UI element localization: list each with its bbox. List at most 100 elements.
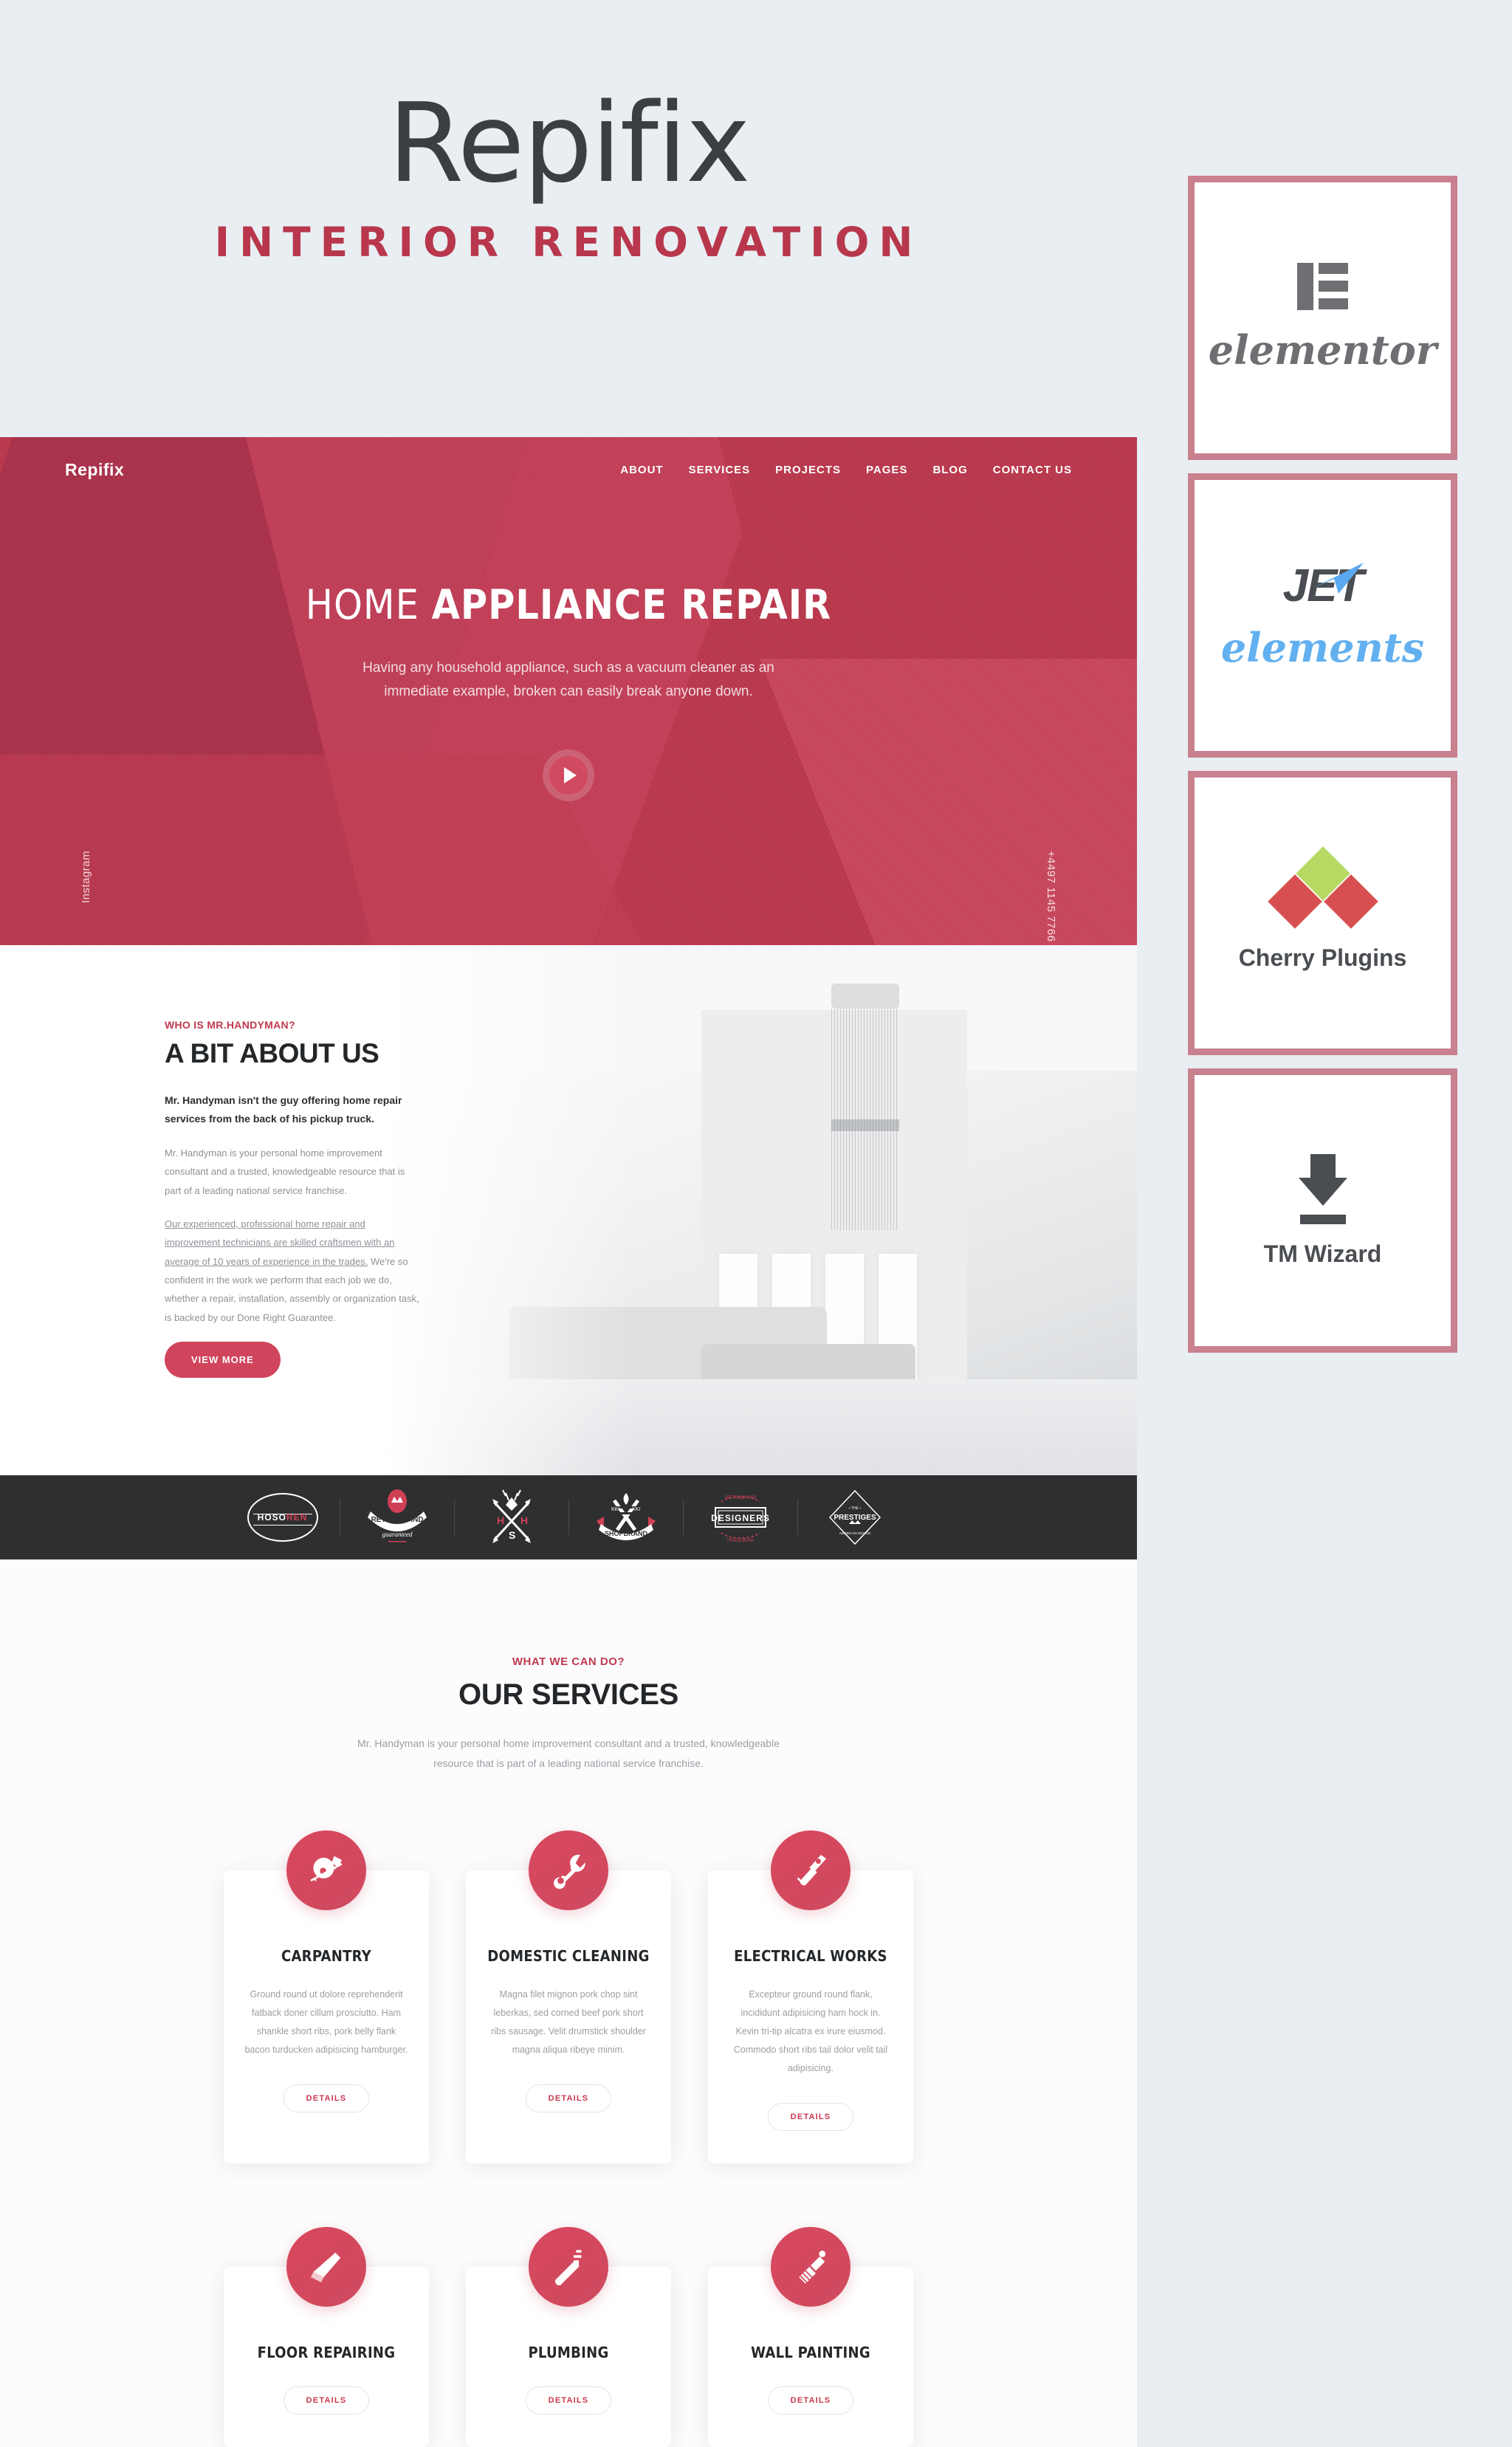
about-kicker: WHO IS MR.HANDYMAN? [165,1019,295,1031]
svg-text:H: H [520,1514,528,1526]
service-card-carpantry[interactable]: CARPANTRY Ground round ut dolore reprehe… [224,1830,429,2164]
partner-logos-strip: HOSOREN RETROBRAND guaranteed H H S KKI … [0,1475,1137,1559]
cherry-diamonds-icon [1267,846,1378,929]
interior-photo [384,945,1137,1475]
badge-cherry-plugins[interactable]: Cherry Plugins [1188,771,1457,1055]
service-title: PLUMBING [528,2344,609,2362]
badge-label-elements: elements [1220,624,1425,671]
social-links-vertical: Instagram Google Twitter Facebook [80,851,92,945]
badge-jet-elements[interactable]: JET elements [1188,473,1457,758]
hero-content: HOME APPLIANCE REPAIR Having any househo… [0,437,1137,945]
shopbrand-ribbon-icon: KKI KKI SHOPBRAND [596,1493,656,1540]
svg-text:• THE •: • THE • [848,1506,860,1511]
paint-brush-icon [771,2227,850,2307]
about-paragraph-2-underlined: Our experienced, professional home repai… [165,1218,395,1267]
badge-tm-wizard[interactable]: TM Wizard [1188,1068,1457,1353]
nav-item-contact-us[interactable]: CONTACT US [993,464,1072,476]
nav-item-about[interactable]: ABOUT [620,464,663,476]
website-preview: Repifix ABOUT SERVICES PROJECTS PAGES BL… [0,437,1137,2447]
svg-text:guaranteed: guaranteed [382,1531,412,1538]
service-text: Excepteur ground round flank, incididunt… [733,1989,888,2074]
badge-label-elementor: elementor [1208,326,1437,374]
badge-label-tm-wizard: TM Wizard [1263,1240,1382,1267]
designers-stamp-icon: RETROBRAND TRADEMARK DESIGNERS [711,1496,770,1543]
services-header: WHAT WE CAN DO? OUR SERVICES Mr. Handyma… [0,1655,1137,1773]
services-heading: OUR SERVICES [458,1678,678,1711]
service-text: Ground round ut dolore reprehenderit fat… [244,1989,408,2056]
svg-text:PRESTIGES: PRESTIGES [834,1514,876,1522]
hero-title-light: HOME [305,580,419,628]
jet-logo-icon: JET elements [1221,560,1424,671]
play-button[interactable] [543,749,594,802]
retrobrand-crown-icon: RETROBRAND guaranteed [367,1489,427,1542]
nav-item-projects[interactable]: PROJECTS [775,464,841,476]
play-icon [564,767,577,784]
service-card-plumbing[interactable]: PLUMBING DETAILS [466,2227,671,2447]
service-title: CARPANTRY [281,1947,372,1966]
details-button[interactable]: DETAILS [767,2386,854,2415]
main-navigation: Repifix ABOUT SERVICES PROJECTS PAGES BL… [0,437,1137,502]
about-paragraph-2: Our experienced, professional home repai… [165,1215,423,1327]
partner-logo-prestiges: • THE • PRESTIGES AMERICAN DESIGN [814,1489,896,1546]
service-text: Magna filet mignon pork chop sint leberk… [491,1989,646,2056]
badge-elementor[interactable]: elementor [1188,176,1457,460]
prestiges-diamond-icon: • THE • PRESTIGES AMERICAN DESIGN [828,1489,881,1545]
services-section: WHAT WE CAN DO? OUR SERVICES Mr. Handyma… [0,1559,1137,2447]
service-title: DOMESTIC CLEANING [487,1947,650,1966]
chandelier [831,984,899,1230]
page-title: Repifix [388,80,750,207]
plugin-badge-column: elementor JET elements Cherry Plugins TM… [1188,176,1457,1366]
download-arrow-icon [1298,1153,1347,1224]
nav-menu: ABOUT SERVICES PROJECTS PAGES BLOG CONTA… [620,464,1072,476]
details-button[interactable]: DETAILS [283,2386,370,2415]
contact-phone[interactable]: +4497 1145 7766 [1045,851,1057,942]
page-subtitle: INTERIOR RENOVATION [214,219,923,266]
partner-logo-hhs: H H S [471,1489,552,1546]
view-more-button[interactable]: VIEW MORE [165,1342,281,1379]
details-button[interactable]: DETAILS [767,2103,854,2132]
service-card-floor-repairing[interactable]: FLOOR REPAIRING DETAILS [224,2227,429,2447]
services-card-row-1: CARPANTRY Ground round ut dolore reprehe… [0,1830,1137,2164]
page-root: Repifix INTERIOR RENOVATION elementor JE… [0,0,1512,2447]
service-title: ELECTRICAL WORKS [734,1947,887,1966]
svg-text:TRADEMARK: TRADEMARK [726,1539,755,1543]
svg-text:KKI: KKI [611,1507,619,1512]
template-title-block: Repifix INTERIOR RENOVATION [0,89,1137,266]
badge-label-cherry: Cherry Plugins [1238,944,1407,971]
service-card-domestic-cleaning[interactable]: DOMESTIC CLEANING Magna filet mignon por… [466,1830,671,2164]
trowel-icon [286,2227,366,2307]
nav-item-blog[interactable]: BLOG [932,464,967,476]
nav-item-services[interactable]: SERVICES [689,464,751,476]
details-button[interactable]: DETAILS [525,2084,612,2113]
wrench-icon [529,1830,608,1911]
details-button[interactable]: DETAILS [283,2084,370,2113]
service-title: FLOOR REPAIRING [257,2344,396,2362]
service-title: WALL PAINTING [751,2344,870,2362]
about-paragraph-1: Mr. Handyman is your personal home impro… [165,1147,405,1196]
partner-logo-designers: RETROBRAND TRADEMARK DESIGNERS [700,1489,781,1546]
partner-logo-hosoren: HOSOREN [242,1489,323,1546]
svg-text:H: H [497,1514,504,1526]
about-content: WHO IS MR.HANDYMAN? A BIT ABOUT US Mr. H… [165,1019,423,1379]
pipe-wrench-icon [529,2227,608,2307]
svg-text:RETROBRAND: RETROBRAND [371,1516,423,1524]
details-button[interactable]: DETAILS [525,2386,612,2415]
social-link-instagram[interactable]: Instagram [80,851,92,903]
hero-title-bold: APPLIANCE REPAIR [431,580,832,628]
services-card-row-2: FLOOR REPAIRING DETAILS PLUMBING DETAILS [0,2227,1137,2447]
svg-text:AMERICAN DESIGN: AMERICAN DESIGN [839,1531,870,1535]
jet-arrow-icon [1313,563,1364,594]
nav-item-pages[interactable]: PAGES [866,464,907,476]
contact-info-vertical: +4497 1145 7766 mr.handyman@demolink.org [1020,851,1057,945]
hero-title: HOME APPLIANCE REPAIR [306,581,832,628]
deer-arrows-icon: H H S [492,1489,531,1543]
elementor-logo-icon [1297,262,1348,310]
svg-text:DESIGNERS: DESIGNERS [711,1513,770,1523]
service-card-electrical-works[interactable]: ELECTRICAL WORKS Excepteur ground round … [708,1830,913,2164]
svg-text:SHOPBRAND: SHOPBRAND [604,1530,647,1537]
services-kicker: WHAT WE CAN DO? [512,1655,625,1668]
site-logo[interactable]: Repifix [65,460,124,480]
svg-text:KKI: KKI [632,1507,640,1512]
hero-description: Having any household appliance, such as … [362,659,774,699]
service-card-wall-painting[interactable]: WALL PAINTING DETAILS [708,2227,913,2447]
